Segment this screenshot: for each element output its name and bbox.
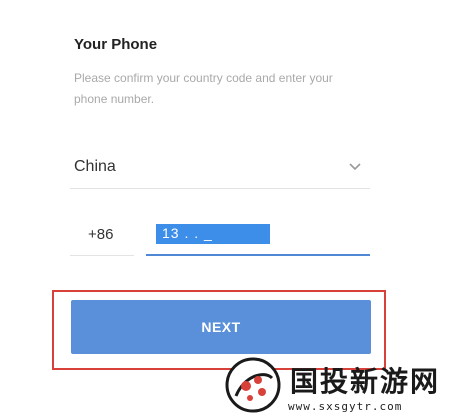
chevron-down-icon [349, 163, 361, 171]
watermark-text: 国投新游网 [290, 365, 441, 398]
country-selected-value: China [74, 158, 116, 175]
watermark-url: www.sxsgytr.com [288, 400, 403, 413]
next-button[interactable]: NEXT [71, 300, 371, 354]
watermark-logo-icon [225, 357, 281, 413]
phone-login-page: Your Phone Please confirm your country c… [0, 0, 467, 419]
page-subtitle: Please confirm your country code and ent… [74, 71, 333, 106]
phone-number-value: 13 . . _ [162, 225, 213, 241]
country-select[interactable]: China [70, 150, 370, 189]
phone-number-input[interactable]: 13 . . _ [146, 218, 370, 256]
country-code-field[interactable]: +86 [70, 218, 134, 256]
page-title: Your Phone [74, 36, 158, 53]
country-code-value: +86 [88, 226, 114, 243]
